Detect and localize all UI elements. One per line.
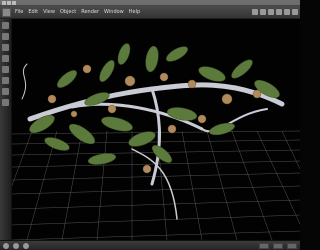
window-maximize-icon[interactable] bbox=[12, 0, 16, 5]
orbit-icon[interactable] bbox=[2, 88, 9, 95]
zoom-icon[interactable] bbox=[2, 66, 9, 73]
scene-render bbox=[12, 43, 300, 240]
menu-bar: File Edit View Object Render Window Help bbox=[0, 6, 300, 19]
plant-leaves bbox=[29, 43, 280, 165]
menu-render[interactable]: Render bbox=[80, 9, 100, 15]
grid-icon[interactable] bbox=[2, 99, 9, 106]
plant-buds bbox=[47, 64, 262, 174]
camera-icon[interactable] bbox=[276, 9, 282, 15]
side-toolbar bbox=[0, 19, 12, 240]
move-icon[interactable] bbox=[2, 33, 9, 40]
app-logo-icon bbox=[2, 7, 11, 17]
rotate-icon[interactable] bbox=[2, 44, 9, 51]
menu-view[interactable]: View bbox=[42, 9, 56, 15]
menu-edit[interactable]: Edit bbox=[27, 9, 39, 15]
play-icon[interactable] bbox=[3, 242, 9, 249]
key-icon[interactable] bbox=[259, 242, 269, 249]
render-icon[interactable] bbox=[292, 9, 298, 15]
move-icon[interactable] bbox=[252, 9, 258, 15]
stop-icon[interactable] bbox=[13, 242, 19, 249]
record-icon[interactable] bbox=[23, 242, 29, 249]
scale-icon[interactable] bbox=[2, 55, 9, 62]
toolbar-icons bbox=[252, 9, 298, 15]
menu-help[interactable]: Help bbox=[128, 9, 141, 15]
scale-icon[interactable] bbox=[268, 9, 274, 15]
settings-icon[interactable] bbox=[287, 242, 297, 249]
3d-viewport[interactable] bbox=[12, 19, 300, 240]
menu-file[interactable]: File bbox=[14, 9, 24, 15]
rotate-icon[interactable] bbox=[260, 9, 266, 15]
light-icon[interactable] bbox=[284, 9, 290, 15]
window-minimize-icon[interactable] bbox=[7, 0, 11, 5]
timeline-icon[interactable] bbox=[273, 242, 283, 249]
status-bar bbox=[0, 240, 300, 250]
window-close-icon[interactable] bbox=[2, 0, 6, 5]
pan-icon[interactable] bbox=[2, 77, 9, 84]
menu-window[interactable]: Window bbox=[103, 9, 125, 15]
select-icon[interactable] bbox=[2, 22, 9, 29]
menu-object[interactable]: Object bbox=[59, 9, 77, 15]
